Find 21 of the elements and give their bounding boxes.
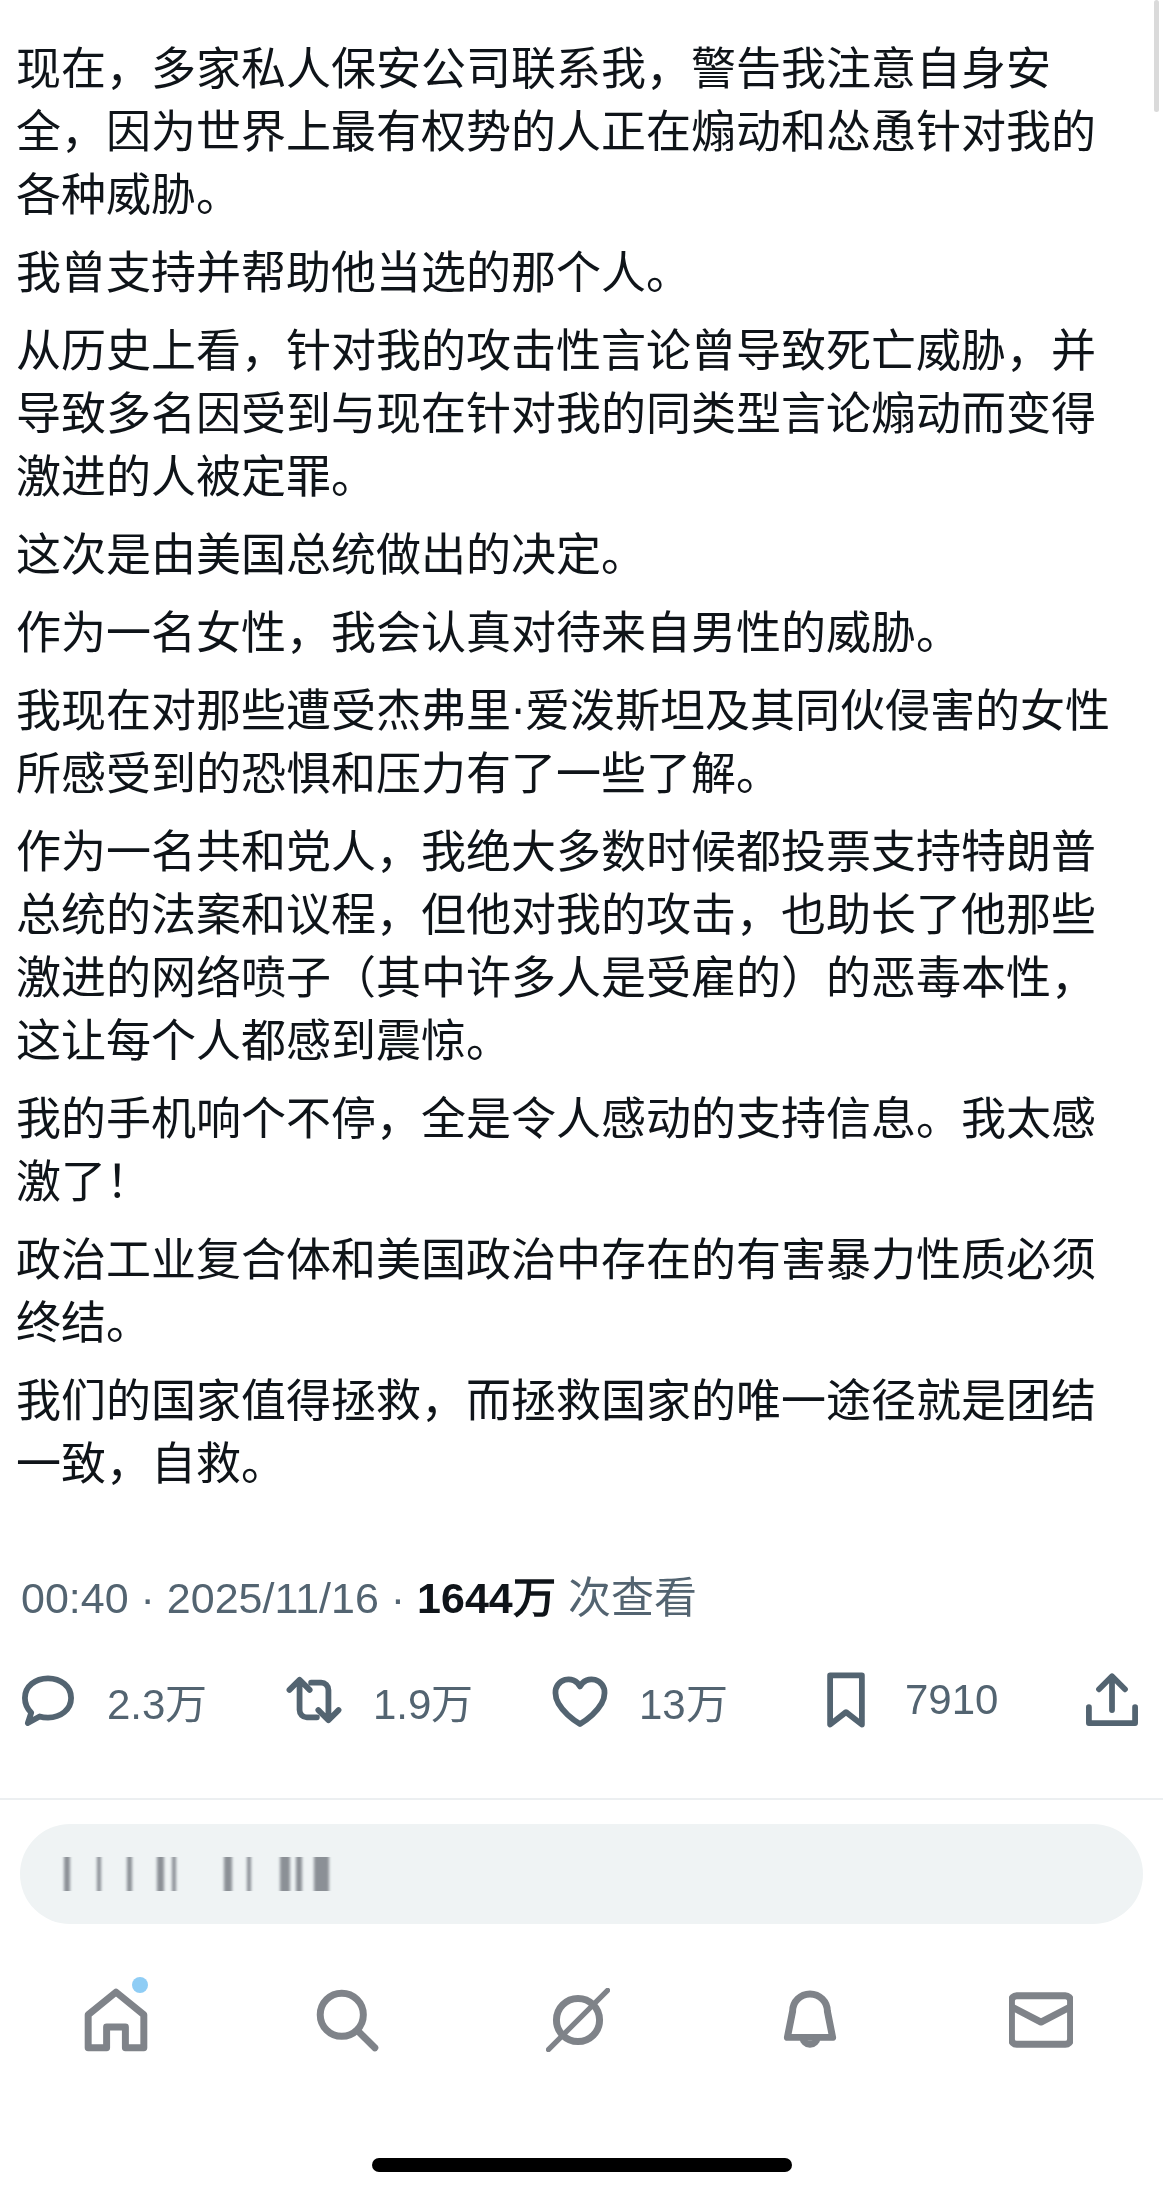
search-icon bbox=[315, 1988, 380, 2052]
speech-bubble-icon bbox=[20, 1672, 76, 1728]
post-paragraph: 作为一名共和党人，我绝大多数时候都投票支持特朗普总统的法案和议程，但他对我的攻击，也助长了他那些激进的网络喷子（其中许多人是受雇的）的恶毒本性，这让每个人都感到震惊。 bbox=[16, 825, 1097, 1070]
reply-button[interactable]: 2.3万 bbox=[20, 1672, 208, 1728]
post-paragraph: 从历史上看，针对我的攻击性言论曾导致死亡威胁，并导致多名因受到与现在针对我的同类型言论煽动而变得激进的人被定罪。 bbox=[16, 324, 1097, 506]
home-icon bbox=[83, 1988, 148, 2052]
post-paragraph: 我们的国家值得拯救，而拯救国家的唯一途径就是团结一致，自救。 bbox=[16, 1374, 1097, 1493]
post-paragraph: 我曾支持并帮助他当选的那个人。 bbox=[16, 246, 692, 302]
post-paragraph: 这次是由美国总统做出的决定。 bbox=[16, 528, 647, 584]
repost-button[interactable]: 1.9万 bbox=[286, 1672, 474, 1728]
post-paragraph: 政治工业复合体和美国政治中存在的有害暴力性质必须终结。 bbox=[16, 1233, 1097, 1352]
post-meta: 00:40 · 2025/11/16 · 1644万 次查看 bbox=[21, 1573, 697, 1624]
bookmark-button[interactable]: 7910 bbox=[818, 1672, 999, 1728]
share-icon bbox=[1084, 1672, 1140, 1728]
post-paragraph: 我的手机响个不停，全是令人感动的支持信息。我太感激了！ bbox=[16, 1092, 1097, 1211]
slashed-circle-icon bbox=[546, 1988, 611, 2052]
share-button[interactable] bbox=[1084, 1672, 1140, 1728]
post-paragraph: 我现在对那些遭受杰弗里·爱泼斯坦及其同伙侵害的女性所感受到的恐惧和压力有了一些了解。 bbox=[16, 684, 1112, 803]
post-paragraph: 作为一名女性，我会认真对待来自男性的威胁。 bbox=[16, 606, 962, 662]
post-paragraph: 现在，多家私人保安公司联系我，警告我注意自身安全，因为世界上最有权势的人正在煽动和怂恿针对我的各种威胁。 bbox=[16, 42, 1097, 224]
like-button[interactable]: 13万 bbox=[552, 1672, 728, 1728]
